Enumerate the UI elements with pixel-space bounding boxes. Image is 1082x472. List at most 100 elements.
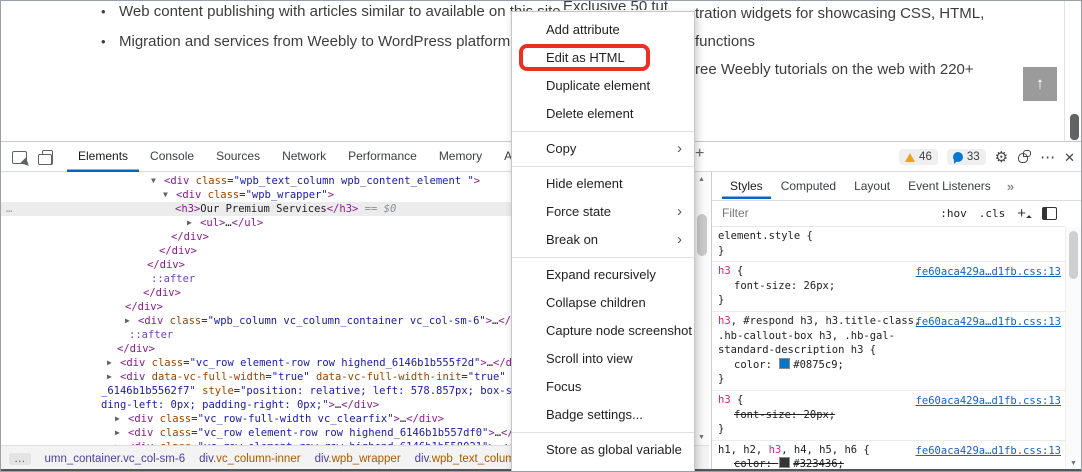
menu-item-label: Expand recursively: [546, 267, 656, 282]
tab-network[interactable]: Network: [271, 142, 337, 172]
stylesheet-link[interactable]: fe60aca429a…d1fb.css:13: [916, 265, 1061, 280]
page-scrollbar-track: [1064, 1, 1065, 141]
menu-item-label: Add attribute: [546, 22, 620, 37]
menu-item-label: Store as global variable: [546, 442, 682, 457]
page-text-fragment: tration widgets for showcasing CSS, HTML…: [695, 5, 1035, 22]
css-property[interactable]: font-size: 26px;: [718, 279, 1061, 294]
submenu-arrow-icon: ›: [677, 198, 682, 226]
styles-filter-row: :hov .cls +: [712, 200, 1065, 227]
filter-input[interactable]: [720, 205, 928, 221]
more-tabs-icon[interactable]: +: [695, 145, 704, 163]
styles-scrollbar[interactable]: ▼: [1065, 227, 1081, 471]
browser-window: • Web content publishing with articles s…: [0, 0, 1082, 472]
css-property[interactable]: color: #0875c9;: [718, 358, 1061, 373]
menu-item-focus[interactable]: Focus: [512, 373, 694, 401]
warnings-badge[interactable]: 46: [899, 149, 938, 165]
context-menu: Add attribute Edit as HTML Duplicate eleme…: [511, 11, 695, 472]
bullet-icon: •: [101, 33, 119, 49]
tab-sources[interactable]: Sources: [205, 142, 271, 172]
scrollbar-down-icon[interactable]: ▼: [694, 434, 709, 441]
menu-item-capture-node-screenshot[interactable]: Capture node screenshot: [512, 317, 694, 345]
color-swatch[interactable]: [779, 457, 790, 468]
device-toolbar-icon[interactable]: [37, 147, 57, 167]
tab-performance[interactable]: Performance: [337, 142, 428, 172]
rule-selector[interactable]: .hb-callout-box h3, .hb-gal-: [718, 329, 1061, 344]
breadcrumb-item[interactable]: umn_container.vc_col-sm-6: [45, 453, 186, 465]
style-rule: fe60aca429a…d1fb.css:13h3, #respond h3, …: [712, 312, 1065, 391]
new-style-rule-button[interactable]: +: [1017, 205, 1030, 222]
stylesheet-link[interactable]: fe60aca429a…d1fb.css:13: [916, 315, 1061, 330]
more-icon[interactable]: ⋯: [1040, 150, 1055, 165]
gear-icon[interactable]: ⚙: [995, 150, 1008, 165]
menu-item-delete-element[interactable]: Delete element: [512, 100, 694, 128]
close-icon[interactable]: ✕: [1064, 151, 1075, 164]
menu-item-collapse-children[interactable]: Collapse children: [512, 289, 694, 317]
bullet-text: Web content publishing with articles sim…: [119, 3, 561, 20]
list-item: • Web content publishing with articles s…: [101, 3, 561, 20]
menu-item-label: Force state: [546, 204, 611, 219]
menu-item-label: Edit as HTML: [546, 50, 625, 65]
submenu-arrow-icon: ›: [677, 135, 682, 163]
scrollbar-down-icon[interactable]: ▼: [1066, 460, 1081, 467]
menu-item-expand-recursively[interactable]: Expand recursively: [512, 261, 694, 289]
inspect-element-icon[interactable]: [9, 147, 29, 167]
menu-item-label: Copy: [546, 141, 576, 156]
scrollbar-up-icon[interactable]: ▲: [694, 176, 709, 183]
submenu-arrow-icon: ›: [677, 226, 682, 254]
color-swatch[interactable]: [779, 358, 790, 369]
scroll-to-top-button[interactable]: ↑: [1023, 67, 1057, 101]
rule-selector[interactable]: element.style {: [718, 229, 1061, 244]
rule-close-brace: }: [718, 293, 1061, 308]
sidebar-tab-event-listeners[interactable]: Event Listeners: [900, 173, 999, 199]
menu-separator: [512, 166, 694, 167]
rule-selector[interactable]: standard-description h3 {: [718, 343, 1061, 358]
warnings-count: 46: [919, 151, 932, 163]
issues-badge[interactable]: 33: [947, 149, 986, 165]
menu-item-store-as-global-variable[interactable]: Store as global variable: [512, 436, 694, 464]
row-options-icon[interactable]: …: [6, 202, 13, 216]
clipped-text-fragment: Exclusive 50 tut: [563, 1, 668, 10]
breadcrumb-item[interactable]: div.vc_column-inner: [199, 453, 300, 465]
style-rule: fe60aca429a…d1fb.css:13h3 {font-size: 26…: [712, 262, 1065, 312]
menu-item-label: Scroll into view: [546, 351, 633, 366]
elements-scrollbar[interactable]: ▲ ▼: [693, 172, 709, 445]
menu-item-label: Duplicate element: [546, 78, 650, 93]
stylesheet-link[interactable]: fe60aca429a…d1fb.css:13: [916, 444, 1061, 459]
scrollbar-thumb[interactable]: [1069, 231, 1078, 279]
css-property[interactable]: font-size: 20px;: [718, 408, 1061, 423]
warning-icon: [905, 153, 915, 162]
page-text-fragment: functions: [695, 33, 1035, 50]
tab-memory[interactable]: Memory: [428, 142, 493, 172]
style-rule: fe60aca429a…d1fb.css:13h3 {font-size: 20…: [712, 391, 1065, 441]
menu-item-hide-element[interactable]: Hide element: [512, 170, 694, 198]
menu-item-edit-as-html[interactable]: Edit as HTML: [512, 44, 694, 72]
page-scrollbar-thumb[interactable]: [1070, 114, 1079, 140]
devtools-tab-bar: ElementsConsoleSourcesNetworkPerformance…: [67, 142, 574, 172]
menu-item-force-state[interactable]: Force state ›: [512, 198, 694, 226]
menu-item-label: Hide element: [546, 176, 623, 191]
css-rules-list: element.style {}fe60aca429a…d1fb.css:13h…: [712, 227, 1065, 471]
breadcrumb-overflow-button[interactable]: …: [9, 453, 31, 465]
bullet-text: Migration and services from Weebly to Wo…: [119, 33, 510, 50]
stylesheet-link[interactable]: fe60aca429a…d1fb.css:13: [916, 394, 1061, 409]
issues-count: 33: [967, 151, 980, 163]
menu-item-label: Capture node screenshot: [546, 323, 692, 338]
class-toggle-button[interactable]: .cls: [979, 207, 1006, 220]
sidebar-tab-layout[interactable]: Layout: [846, 173, 898, 199]
hover-state-button[interactable]: :hov: [940, 207, 967, 220]
scrollbar-thumb[interactable]: [697, 214, 707, 256]
menu-item-break-on[interactable]: Break on›: [512, 226, 694, 254]
more-sidebar-tabs-icon[interactable]: »: [1001, 179, 1020, 194]
tab-console[interactable]: Console: [139, 142, 205, 172]
tab-elements[interactable]: Elements: [67, 142, 139, 172]
menu-item-copy[interactable]: Copy ›: [512, 135, 694, 163]
menu-item-badge-settings[interactable]: Badge settings...: [512, 401, 694, 429]
breadcrumb-item[interactable]: div.wpb_wrapper: [315, 453, 401, 465]
sidebar-toggle-icon[interactable]: [1042, 207, 1057, 220]
sidebar-tab-styles[interactable]: Styles: [722, 173, 771, 199]
menu-item-add-attribute[interactable]: Add attribute: [512, 16, 694, 44]
menu-item-duplicate-element[interactable]: Duplicate element: [512, 72, 694, 100]
feedback-icon[interactable]: [1017, 150, 1031, 164]
menu-item-scroll-into-view[interactable]: Scroll into view: [512, 345, 694, 373]
sidebar-tab-computed[interactable]: Computed: [773, 173, 844, 199]
